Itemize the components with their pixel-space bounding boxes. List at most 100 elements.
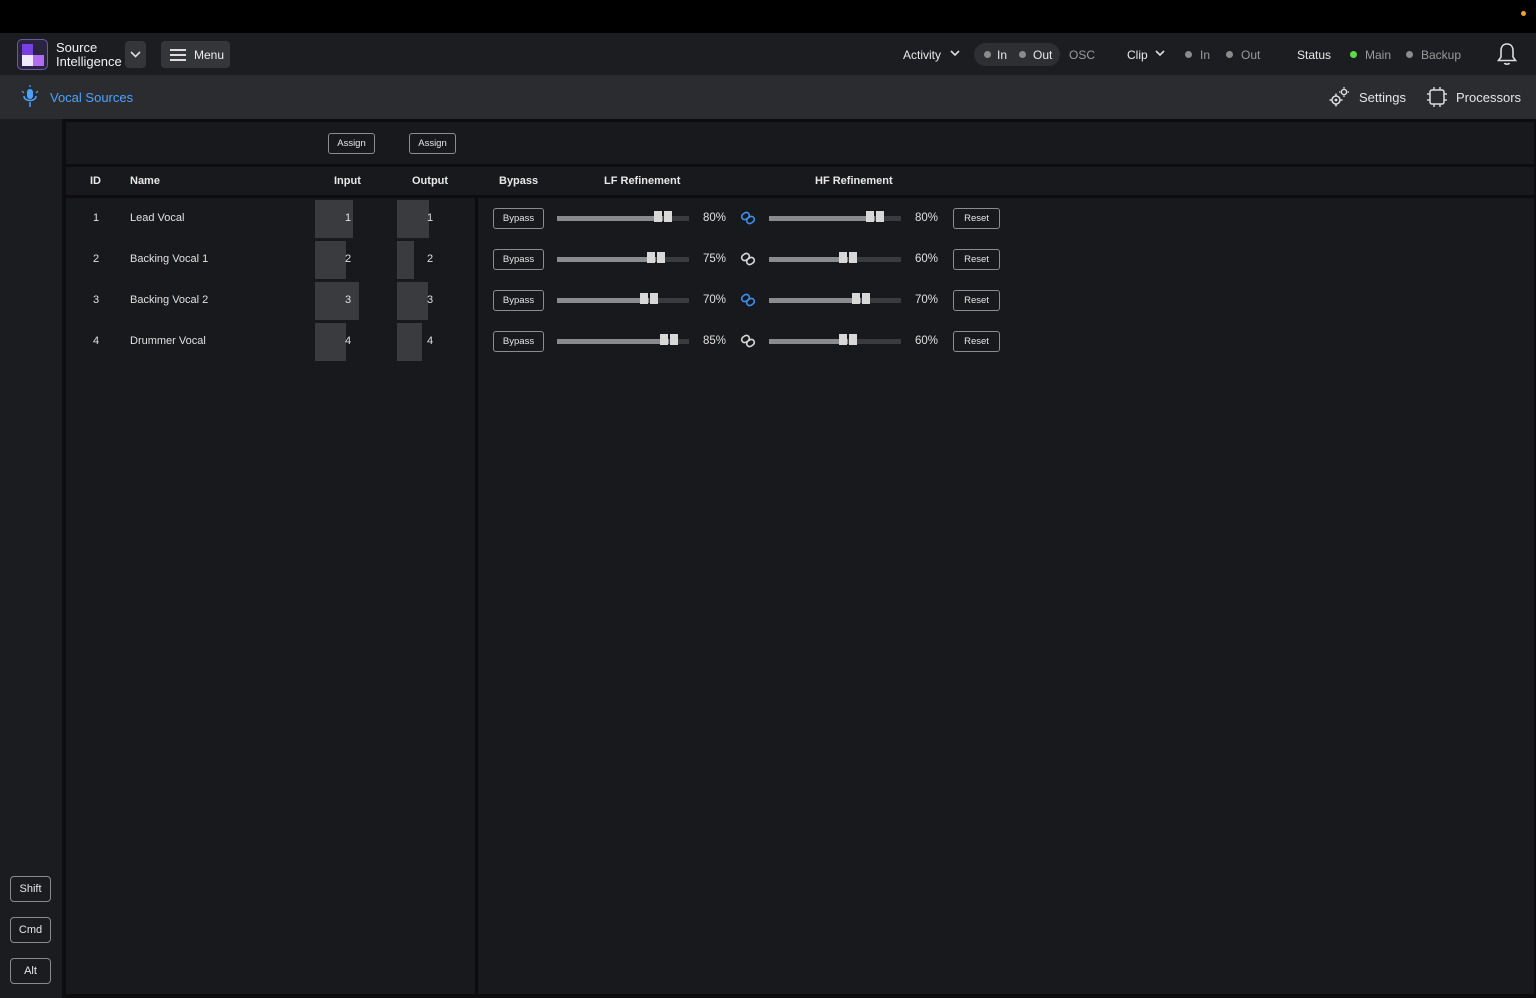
lf-refinement-value: 85% (703, 335, 727, 347)
column-header-output: Output (412, 175, 449, 187)
lf-refinement-slider[interactable] (557, 252, 689, 263)
link-icon[interactable] (740, 251, 756, 267)
hf-slider-thumb[interactable] (866, 211, 884, 222)
output-level-bar[interactable] (397, 241, 414, 279)
row-id: 4 (93, 335, 100, 347)
osc-label[interactable]: OSC (1069, 48, 1095, 62)
row-name: Backing Vocal 2 (130, 294, 209, 306)
brand-name: Source Intelligence (56, 41, 122, 69)
hf-slider-fill (769, 339, 848, 344)
sub-header: Vocal Sources Settings Processors (0, 76, 1536, 119)
input-level-bar[interactable] (315, 323, 346, 361)
clip-out-label[interactable]: Out (1241, 48, 1260, 62)
activity-dropdown[interactable]: Activity (903, 48, 941, 62)
clip-out-dot (1226, 51, 1233, 58)
column-header-name: Name (130, 175, 160, 187)
link-icon[interactable] (740, 292, 756, 308)
lf-refinement-slider[interactable] (557, 334, 689, 345)
settings-button[interactable]: Settings (1359, 90, 1406, 105)
assign-input-button[interactable]: Assign (328, 133, 375, 154)
clip-dropdown[interactable]: Clip (1127, 48, 1148, 62)
input-level-bar[interactable] (315, 241, 346, 279)
reset-button[interactable]: Reset (953, 331, 1000, 352)
output-number: 4 (427, 335, 434, 347)
column-header-bypass: Bypass (499, 175, 539, 187)
lf-slider-fill (557, 339, 669, 344)
activity-chevron-down-icon[interactable] (950, 49, 960, 57)
bypass-button[interactable]: Bypass (493, 331, 544, 352)
hf-slider-thumb[interactable] (852, 293, 870, 304)
clip-chevron-down-icon[interactable] (1155, 49, 1165, 57)
hf-slider-thumb[interactable] (839, 334, 857, 345)
system-top-strip (0, 0, 1536, 33)
row-name: Lead Vocal (130, 212, 185, 224)
reset-button[interactable]: Reset (953, 290, 1000, 311)
chip-icon[interactable] (1426, 86, 1448, 108)
lf-slider-thumb[interactable] (647, 252, 665, 263)
output-number: 2 (427, 253, 434, 265)
lf-slider-thumb[interactable] (660, 334, 678, 345)
hf-refinement-slider[interactable] (769, 293, 901, 304)
cmd-modifier-button[interactable]: Cmd (10, 917, 51, 943)
lf-slider-fill (557, 216, 663, 221)
hf-slider-fill (769, 298, 861, 303)
bypass-button[interactable]: Bypass (493, 290, 544, 311)
hf-slider-fill (769, 216, 875, 221)
output-level-bar[interactable] (397, 282, 428, 320)
app-logo-icon[interactable] (17, 39, 48, 70)
row-id: 1 (93, 212, 100, 224)
lf-refinement-slider[interactable] (557, 293, 689, 304)
brand-line-2: Intelligence (56, 54, 122, 69)
output-number: 1 (427, 212, 434, 224)
menu-button-label: Menu (194, 47, 225, 62)
bypass-button[interactable]: Bypass (493, 249, 544, 270)
lf-slider-thumb[interactable] (640, 293, 658, 304)
status-main-label[interactable]: Main (1365, 48, 1391, 62)
reset-button[interactable]: Reset (953, 208, 1000, 229)
microphone-icon (21, 85, 39, 107)
gears-icon[interactable] (1328, 86, 1350, 108)
hf-refinement-slider[interactable] (769, 252, 901, 263)
lf-refinement-slider[interactable] (557, 211, 689, 222)
hf-refinement-slider[interactable] (769, 211, 901, 222)
table-row: 3 Backing Vocal 2 3 3 Bypass 70% 70% Reset (0, 280, 1536, 321)
hf-refinement-slider[interactable] (769, 334, 901, 345)
table-header (66, 167, 1534, 195)
hf-slider-thumb[interactable] (839, 252, 857, 263)
alt-modifier-button[interactable]: Alt (10, 958, 51, 984)
lf-refinement-value: 80% (703, 212, 727, 224)
page-title[interactable]: Vocal Sources (50, 90, 133, 105)
reset-button[interactable]: Reset (953, 249, 1000, 270)
hf-refinement-value: 70% (915, 294, 939, 306)
menu-button[interactable]: Menu (161, 41, 230, 68)
status-backup-label[interactable]: Backup (1421, 48, 1461, 62)
clip-in-dot (1185, 51, 1192, 58)
column-header-id: ID (90, 175, 101, 187)
lf-slider-thumb[interactable] (654, 211, 672, 222)
hf-slider-fill (769, 257, 848, 262)
bell-icon[interactable] (1495, 41, 1519, 67)
input-number: 3 (345, 294, 352, 306)
lf-slider-fill (557, 257, 656, 262)
assign-output-button[interactable]: Assign (409, 133, 456, 154)
link-icon[interactable] (740, 210, 756, 226)
link-icon[interactable] (740, 333, 756, 349)
row-name: Drummer Vocal (130, 335, 206, 347)
bypass-button[interactable]: Bypass (493, 208, 544, 229)
input-number: 4 (345, 335, 352, 347)
processors-button[interactable]: Processors (1456, 90, 1521, 105)
workspace-dropdown-button[interactable] (125, 41, 146, 68)
shift-modifier-button[interactable]: Shift (10, 876, 51, 902)
notification-indicator-dot (1521, 11, 1526, 16)
input-level-bar[interactable] (315, 282, 359, 320)
clip-in-label[interactable]: In (1200, 48, 1210, 62)
input-number: 2 (345, 253, 352, 265)
output-level-bar[interactable] (397, 200, 429, 238)
table-row: 4 Drummer Vocal 4 4 Bypass 85% 60% Reset (0, 321, 1536, 362)
hf-refinement-value: 60% (915, 253, 939, 265)
activity-out-label: Out (1033, 48, 1053, 62)
lf-slider-fill (557, 298, 649, 303)
column-header-input: Input (334, 175, 361, 187)
activity-toggle[interactable]: In Out (974, 43, 1060, 66)
output-level-bar[interactable] (397, 323, 422, 361)
